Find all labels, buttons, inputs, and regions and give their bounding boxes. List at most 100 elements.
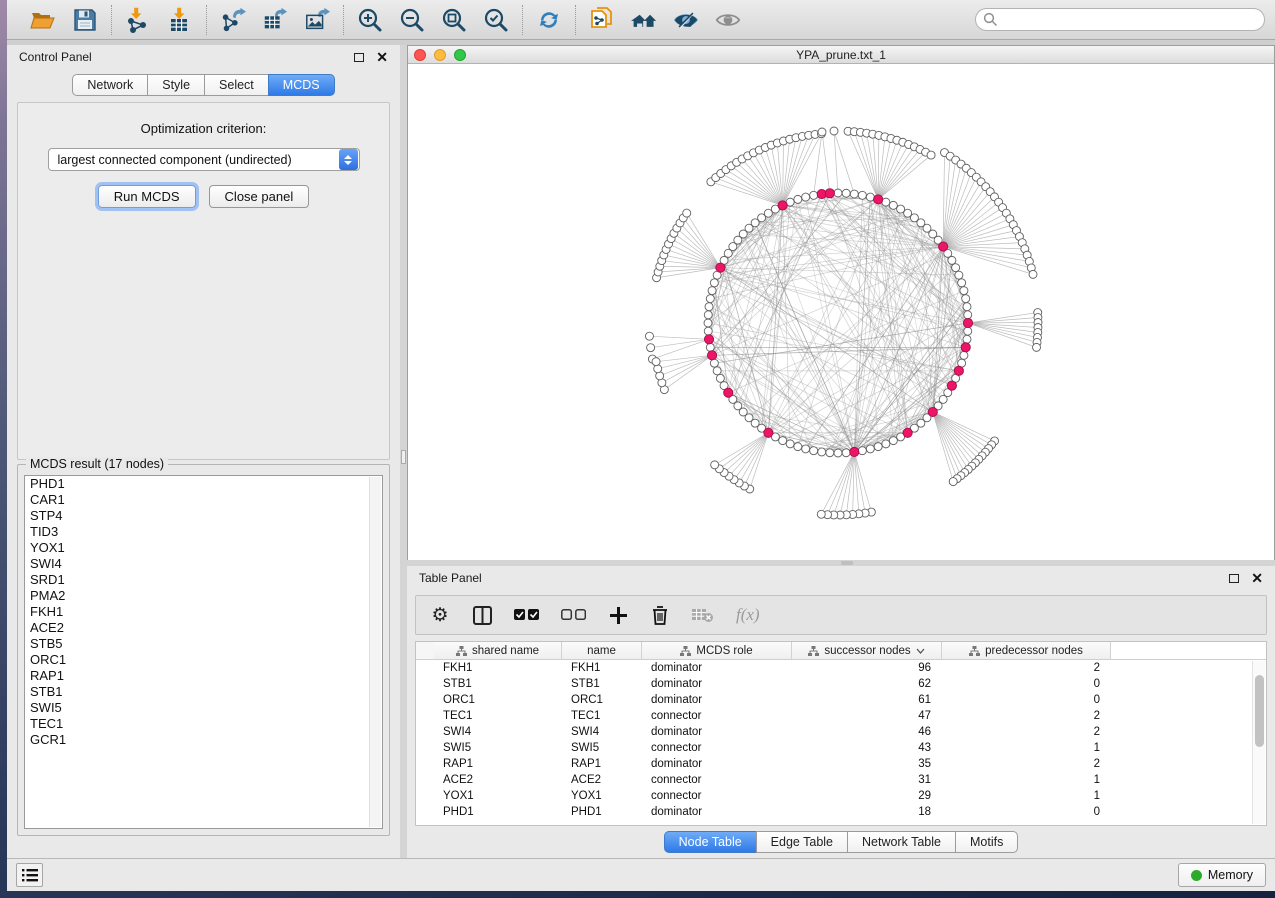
table-cell[interactable]: 2 — [942, 662, 1111, 674]
deselect-all-icon[interactable] — [561, 609, 586, 621]
mcds-node[interactable] — [947, 381, 956, 390]
table-row-STB1[interactable]: STB1STB1dominator620 — [416, 676, 1266, 692]
refresh-layout-icon[interactable] — [536, 7, 562, 33]
ring-node[interactable] — [958, 279, 966, 287]
tab-mcds[interactable]: MCDS — [268, 74, 335, 96]
hide-selected-icon[interactable] — [673, 7, 699, 33]
ring-node[interactable] — [706, 295, 714, 303]
table-row-FKH1[interactable]: FKH1FKH1dominator962 — [416, 660, 1266, 676]
satellite-node[interactable] — [817, 510, 825, 518]
mcds-result-list[interactable]: PHD1CAR1STP4TID3YOX1SWI4SRD1PMA2FKH1ACE2… — [24, 475, 383, 829]
network-edge[interactable] — [683, 218, 720, 268]
ring-node[interactable] — [866, 445, 874, 453]
network-edge[interactable] — [814, 132, 822, 195]
network-edge[interactable] — [878, 135, 879, 199]
satellite-node[interactable] — [654, 365, 662, 373]
network-edge[interactable] — [862, 412, 932, 451]
table-cell[interactable]: SWI4 — [562, 726, 642, 738]
search-input[interactable] — [975, 8, 1265, 31]
network-edge[interactable] — [821, 452, 854, 514]
splitter-grip[interactable] — [841, 561, 853, 565]
satellite-node[interactable] — [645, 332, 653, 340]
table-cell[interactable]: 29 — [792, 790, 942, 802]
close-panel-icon[interactable]: ✕ — [1251, 571, 1263, 585]
network-edge[interactable] — [943, 208, 1002, 247]
network-edge[interactable] — [669, 244, 721, 268]
ring-node[interactable] — [866, 193, 874, 201]
network-edge[interactable] — [968, 323, 1037, 342]
column-header-shared-name[interactable]: shared name — [434, 642, 562, 659]
table-cell[interactable]: 0 — [942, 806, 1111, 818]
mcds-result-item[interactable]: ACE2 — [25, 620, 382, 636]
ring-node[interactable] — [858, 191, 866, 199]
network-edge[interactable] — [671, 239, 720, 268]
ring-node[interactable] — [962, 295, 970, 303]
network-edge[interactable] — [658, 268, 720, 272]
ring-node[interactable] — [802, 445, 810, 453]
table-cell[interactable]: 31 — [792, 774, 942, 786]
ring-node[interactable] — [963, 335, 971, 343]
ring-node[interactable] — [704, 319, 712, 327]
mcds-node[interactable] — [961, 343, 970, 352]
import-table-icon[interactable] — [167, 7, 193, 33]
mcds-result-item[interactable]: STB5 — [25, 636, 382, 652]
table-row-TEC1[interactable]: TEC1TEC1connector472 — [416, 708, 1266, 724]
network-edge[interactable] — [838, 213, 908, 453]
network-edge[interactable] — [878, 142, 903, 199]
table-row-RAP1[interactable]: RAP1RAP1dominator352 — [416, 756, 1266, 772]
table-cell[interactable]: dominator — [642, 806, 792, 818]
mcds-result-item[interactable]: SWI5 — [25, 700, 382, 716]
mcds-result-item[interactable]: TEC1 — [25, 716, 382, 732]
ring-node[interactable] — [889, 437, 897, 445]
satellite-node[interactable] — [949, 478, 957, 486]
table-cell[interactable]: dominator — [642, 662, 792, 674]
table-cell[interactable]: 2 — [942, 758, 1111, 770]
satellite-node[interactable] — [683, 209, 691, 217]
column-header-name[interactable]: name — [562, 642, 642, 659]
delete-table-icon[interactable] — [692, 608, 714, 623]
task-history-button[interactable] — [16, 863, 43, 887]
network-edge[interactable] — [968, 313, 1038, 323]
table-cell[interactable]: SWI4 — [434, 726, 562, 738]
tab-network[interactable]: Network — [72, 74, 148, 96]
table-cell[interactable]: 0 — [942, 694, 1111, 706]
mcds-result-item[interactable]: PHD1 — [25, 476, 382, 492]
table-cell[interactable]: connector — [642, 742, 792, 754]
mcds-node[interactable] — [724, 388, 733, 397]
satellite-node[interactable] — [1029, 270, 1037, 278]
ring-node[interactable] — [794, 195, 802, 203]
table-cell[interactable]: SWI5 — [562, 742, 642, 754]
network-edge[interactable] — [783, 138, 796, 206]
ring-node[interactable] — [955, 271, 963, 279]
open-file-icon[interactable] — [30, 7, 56, 33]
table-cell[interactable]: PHD1 — [434, 806, 562, 818]
network-edge[interactable] — [854, 452, 865, 513]
network-edge[interactable] — [717, 205, 783, 275]
ring-node[interactable] — [708, 287, 716, 295]
ring-node[interactable] — [706, 343, 714, 351]
ring-node[interactable] — [810, 447, 818, 455]
network-edge[interactable] — [878, 149, 920, 199]
ring-node[interactable] — [963, 303, 971, 311]
network-edge[interactable] — [652, 339, 709, 359]
satellite-node[interactable] — [647, 344, 655, 352]
network-edge[interactable] — [726, 170, 783, 206]
tab-edge-table[interactable]: Edge Table — [756, 831, 848, 853]
table-cell[interactable]: connector — [642, 790, 792, 802]
mcds-node[interactable] — [704, 335, 713, 344]
zoom-out-icon[interactable] — [399, 7, 425, 33]
table-cell[interactable]: ORC1 — [562, 694, 642, 706]
network-edge[interactable] — [715, 433, 769, 465]
network-edge[interactable] — [834, 131, 854, 194]
ring-node[interactable] — [858, 447, 866, 455]
mcds-result-item[interactable]: RAP1 — [25, 668, 382, 684]
network-edge[interactable] — [854, 132, 878, 200]
optimization-criterion-select[interactable]: largest connected component (undirected) — [48, 148, 360, 171]
table-row-SWI4[interactable]: SWI4SWI4dominator462 — [416, 724, 1266, 740]
tab-network-table[interactable]: Network Table — [847, 831, 956, 853]
mcds-result-item[interactable]: GCR1 — [25, 732, 382, 748]
table-settings-icon[interactable]: ⚙ — [430, 604, 450, 627]
table-cell[interactable]: YOX1 — [562, 790, 642, 802]
network-edge[interactable] — [734, 433, 768, 480]
ring-node[interactable] — [948, 256, 956, 264]
